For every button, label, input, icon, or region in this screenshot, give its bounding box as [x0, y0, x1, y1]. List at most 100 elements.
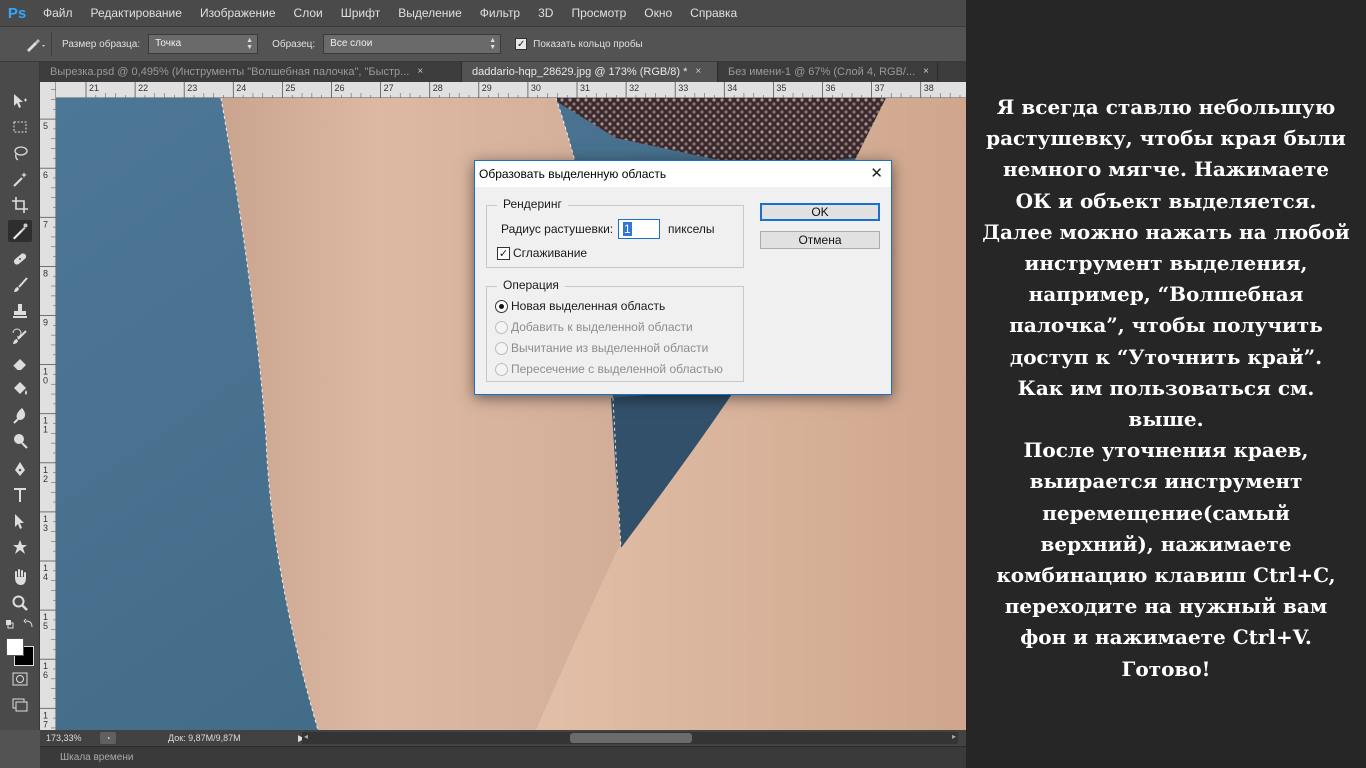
menu-edit[interactable]: Редактирование [82, 0, 191, 26]
ruler-label: 8 [43, 268, 48, 278]
ruler-label: 6 [43, 670, 48, 680]
magic-wand-icon [13, 172, 27, 187]
share-icon[interactable]: ◔ [100, 732, 116, 744]
feather-selection-dialog: Образовать выделенную область ✕ Рендерин… [474, 160, 892, 395]
eyedropper-tool[interactable] [8, 220, 32, 242]
close-icon[interactable]: × [923, 62, 929, 82]
tab-untitled[interactable]: Без имени-1 @ 67% (Слой 4, RGB/... × [718, 62, 938, 82]
menu-layers[interactable]: Слои [285, 0, 332, 26]
screen-mode-icon [12, 698, 28, 712]
shape-tool[interactable] [8, 536, 32, 558]
ruler-label: 34 [727, 83, 737, 93]
close-icon[interactable]: ✕ [870, 161, 883, 187]
feather-unit-label: пикселы [668, 222, 715, 236]
antialias-checkbox[interactable]: ✓ [497, 246, 510, 260]
vertical-ruler[interactable]: 4567891011121314151617 [40, 82, 56, 730]
tool-preset-picker[interactable] [20, 32, 52, 56]
foreground-color-swatch[interactable] [6, 638, 24, 656]
radio-button-selected[interactable] [495, 299, 508, 313]
tab-label: daddario-hqp_28629.jpg @ 173% (RGB/8) * [472, 66, 688, 78]
healing-brush-tool[interactable] [8, 248, 32, 270]
stamp-tool[interactable] [8, 300, 32, 322]
sample-size-select[interactable]: Точка ▲ ▼ [148, 34, 259, 54]
tab-label: Вырезка.psd @ 0,495% (Инструменты "Волше… [50, 66, 410, 78]
marquee-tool[interactable] [8, 116, 32, 138]
zoom-tool[interactable] [8, 592, 32, 614]
menu-window[interactable]: Окно [635, 0, 681, 26]
close-icon[interactable]: × [417, 62, 423, 82]
instruction-line: Как им пользоваться см. [1017, 375, 1315, 400]
move-arrow-icon [14, 94, 27, 108]
history-brush-tool[interactable] [8, 326, 32, 348]
ok-button[interactable]: OK [760, 203, 880, 221]
pen-tool[interactable] [8, 458, 32, 480]
zoom-level[interactable]: 173,33% [46, 733, 96, 743]
history-brush-icon [12, 328, 27, 344]
op-new-selection[interactable]: Новая выделенная область [495, 299, 665, 313]
brush-tool[interactable] [8, 274, 32, 296]
op-label: Пересечение с выделенной областью [511, 362, 723, 376]
radio-button [495, 320, 508, 334]
type-t-icon [14, 488, 26, 502]
ruler-label: 4 [43, 572, 48, 582]
horizontal-scrollbar[interactable]: ◂ ▸ [302, 732, 958, 744]
ruler-label: 36 [826, 83, 836, 93]
magic-wand-tool[interactable] [8, 168, 32, 190]
tab-vyrezka[interactable]: Вырезка.psd @ 0,495% (Инструменты "Волше… [40, 62, 462, 82]
scroll-right-icon[interactable]: ▸ [952, 732, 956, 741]
type-tool[interactable] [8, 484, 32, 506]
cancel-button[interactable]: Отмена [760, 231, 880, 249]
paint-bucket-tool[interactable] [8, 378, 32, 400]
menu-filter[interactable]: Фильтр [471, 0, 529, 26]
blur-tool[interactable] [8, 404, 32, 426]
scroll-left-icon[interactable]: ◂ [304, 732, 308, 741]
operation-group: Операция Новая выделенная область Добави… [486, 278, 744, 382]
antialias-label: Сглаживание [513, 246, 588, 260]
ruler-label: 5 [43, 121, 48, 131]
dodge-tool[interactable] [8, 430, 32, 452]
instruction-line: фон и нажимаете Ctrl+V. [1020, 625, 1312, 650]
tab-daddario[interactable]: daddario-hqp_28629.jpg @ 173% (RGB/8) * … [462, 62, 718, 82]
menu-select[interactable]: Выделение [389, 0, 471, 26]
screen-mode-button[interactable] [8, 694, 32, 716]
dodge-icon [14, 434, 28, 449]
crop-tool[interactable] [8, 194, 32, 216]
ruler-label: 0 [43, 376, 48, 386]
ruler-label: 29 [482, 83, 492, 93]
menu-3d[interactable]: 3D [529, 0, 562, 26]
menu-type[interactable]: Шрифт [332, 0, 389, 26]
scrollbar-thumb[interactable] [570, 733, 692, 743]
toolbox [0, 62, 40, 730]
menu-file[interactable]: Файл [34, 0, 82, 26]
operation-legend: Операция [497, 278, 565, 292]
quick-mask-button[interactable] [8, 668, 32, 690]
horizontal-ruler[interactable]: 21 22 23 24 25 26 27 28 29 30 31 32 33 34 35 36 37 38 [56, 82, 966, 98]
instruction-line: перемещение(самый [1042, 500, 1290, 525]
sample-size-value: Точка [155, 38, 182, 49]
paint-bucket-icon [14, 382, 27, 395]
show-ring-checkbox[interactable]: ✓ [515, 38, 528, 50]
color-swap-controls[interactable] [4, 618, 36, 632]
menu-image[interactable]: Изображение [191, 0, 285, 26]
radio-button [495, 341, 508, 355]
quick-mask-icon [12, 672, 28, 686]
feather-radius-input[interactable]: 1 [618, 219, 660, 239]
path-selection-tool[interactable] [8, 510, 32, 532]
menu-help[interactable]: Справка [681, 0, 746, 26]
close-icon[interactable]: × [695, 62, 701, 82]
sample-layers-select[interactable]: Все слои ▲ ▼ [323, 34, 502, 54]
hand-tool[interactable] [8, 566, 32, 588]
eraser-tool[interactable] [8, 352, 32, 374]
lasso-tool[interactable] [8, 142, 32, 164]
menu-bar: Ps Файл Редактирование Изображение Слои … [0, 0, 966, 26]
dialog-title-bar[interactable]: Образовать выделенную область ✕ [475, 161, 891, 187]
instruction-line: немного мягче. Нажимаете [1002, 157, 1330, 182]
menu-view[interactable]: Просмотр [562, 0, 635, 26]
ruler-label: 26 [335, 83, 345, 93]
move-tool[interactable] [8, 90, 32, 112]
instruction-line: верхний), нажимаете [1040, 531, 1292, 556]
instruction-panel: Я всегда ставлю небольшую растушевку, чт… [966, 0, 1366, 768]
antialias-checkbox-row[interactable]: ✓ Сглаживание [497, 246, 587, 260]
timeline-panel[interactable]: Шкала времени [40, 746, 966, 768]
ruler-label: 5 [43, 621, 48, 631]
